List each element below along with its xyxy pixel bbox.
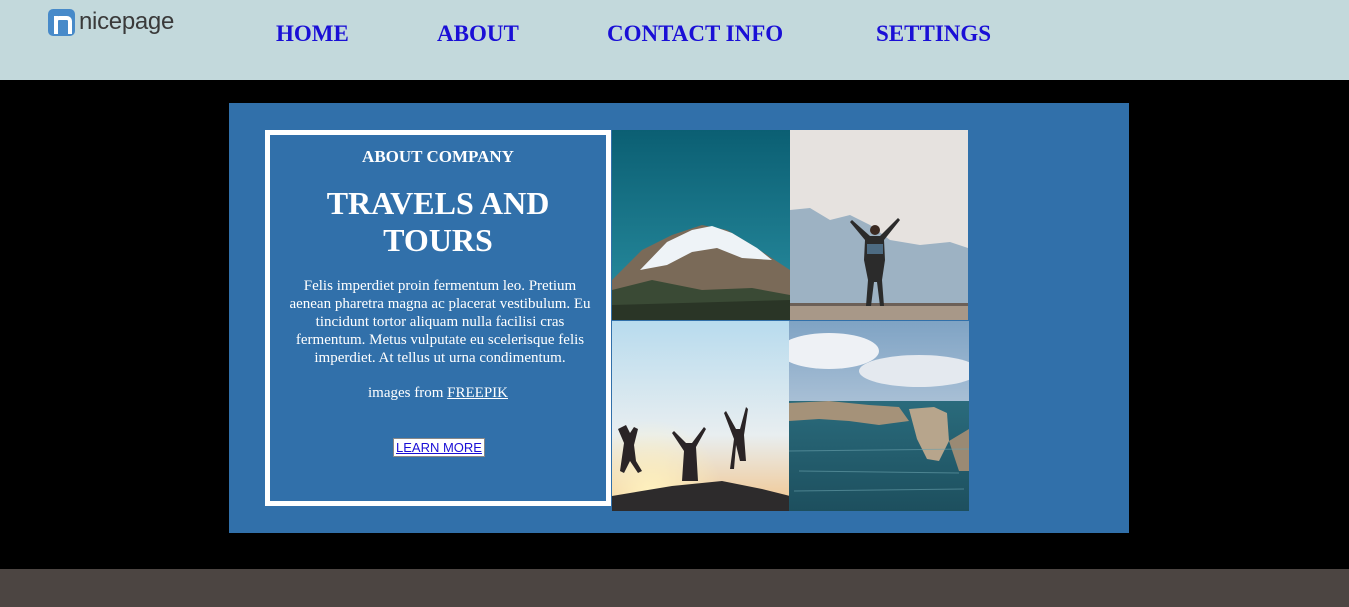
nav-link-settings[interactable]: SETTINGS bbox=[876, 18, 991, 50]
learn-more-button[interactable]: LEARN MORE bbox=[393, 438, 485, 457]
section-body: Felis imperdiet proin fermentum leo. Pre… bbox=[289, 278, 591, 366]
freepik-link[interactable]: FREEPIK bbox=[447, 385, 508, 401]
image-credit: images from FREEPIK bbox=[270, 385, 606, 402]
nav-link-home[interactable]: HOME bbox=[276, 18, 349, 50]
nicepage-logo-icon bbox=[48, 8, 75, 36]
nav-link-contact-info[interactable]: CONTACT INFO bbox=[607, 18, 783, 50]
coastal-cliffs-photo bbox=[789, 321, 969, 511]
nav-link-about[interactable]: ABOUT bbox=[437, 18, 519, 50]
site-header: nicepage HOME ABOUT CONTACT INFO SETTING… bbox=[0, 0, 1349, 80]
about-textbox: ABOUT COMPANY TRAVELS AND TOURS Felis im… bbox=[265, 130, 611, 506]
section-subtitle: ABOUT COMPANY bbox=[362, 147, 514, 166]
person-arms-up-photo bbox=[790, 130, 968, 320]
site-footer bbox=[0, 569, 1349, 607]
jumping-friends-photo bbox=[612, 321, 790, 511]
section-title: TRAVELS AND TOURS bbox=[326, 185, 550, 258]
nicepage-logo[interactable]: nicepage bbox=[48, 8, 174, 36]
mountain-photo bbox=[612, 130, 790, 320]
logo-text: nicepage bbox=[79, 8, 175, 35]
credit-prefix: images from bbox=[368, 385, 444, 401]
